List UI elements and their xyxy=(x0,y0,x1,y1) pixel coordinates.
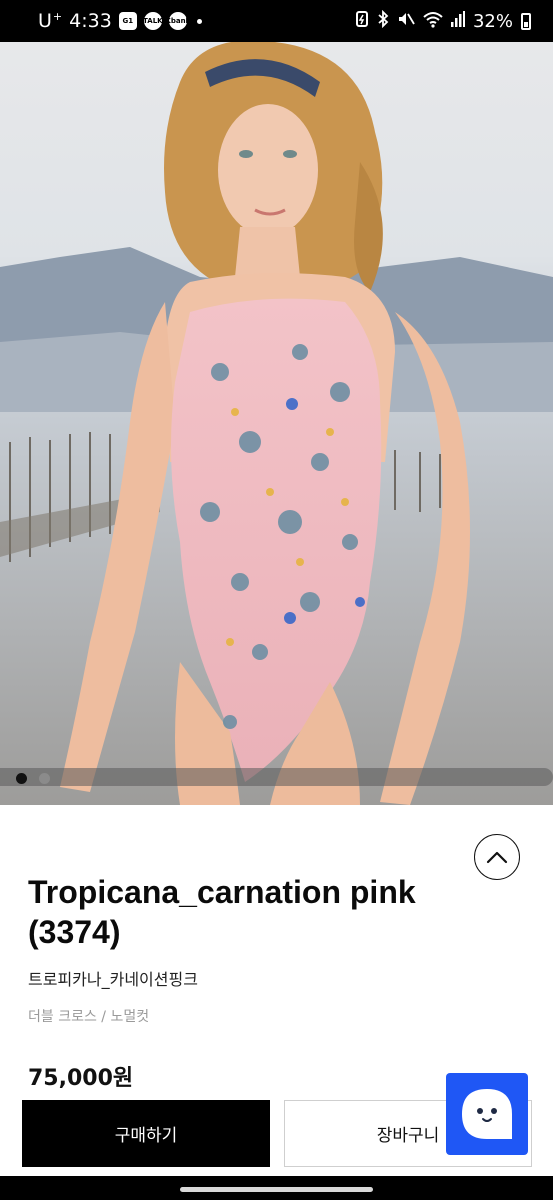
battery-saver-icon xyxy=(355,10,369,33)
g1-app-icon: G1 xyxy=(118,12,137,30)
carousel-indicator-bar xyxy=(0,768,553,786)
battery-level: 32% xyxy=(472,10,513,32)
wifi-icon xyxy=(423,10,443,33)
product-photo-illustration xyxy=(0,42,553,805)
status-bar: U+ 4:33 G1 TALK Kbank 32% xyxy=(0,0,553,42)
chevron-up-icon xyxy=(486,851,508,864)
notification-dot-icon xyxy=(196,18,202,24)
chatbot-icon xyxy=(462,1089,512,1139)
kakaotalk-icon: TALK xyxy=(143,12,163,30)
chat-support-button[interactable] xyxy=(446,1073,528,1155)
product-price: 75,000원 xyxy=(28,1066,134,1091)
kbank-icon: Kbank xyxy=(165,12,190,30)
product-category: 더블 크로스 / 노멀컷 xyxy=(28,1009,150,1025)
battery-icon xyxy=(521,12,531,30)
scroll-to-top-button[interactable] xyxy=(474,834,520,880)
carrier: U+ xyxy=(38,10,63,32)
carousel-dot[interactable] xyxy=(39,773,50,784)
bluetooth-icon xyxy=(377,9,389,33)
product-title: Tropicana_carnation pink (3374) xyxy=(28,874,416,950)
buy-button[interactable]: 구매하기 xyxy=(22,1100,270,1167)
mute-icon xyxy=(397,10,415,33)
product-subtitle: 트로피카나_카네이션핑크 xyxy=(28,970,198,989)
home-gesture-handle[interactable] xyxy=(180,1187,373,1192)
product-image[interactable] xyxy=(0,42,553,805)
status-right: 32% xyxy=(355,9,531,33)
clock: 4:33 xyxy=(69,10,112,32)
status-left: U+ 4:33 G1 TALK Kbank xyxy=(38,10,202,32)
signal-icon xyxy=(450,10,465,32)
carousel-dot-active[interactable] xyxy=(16,773,27,784)
